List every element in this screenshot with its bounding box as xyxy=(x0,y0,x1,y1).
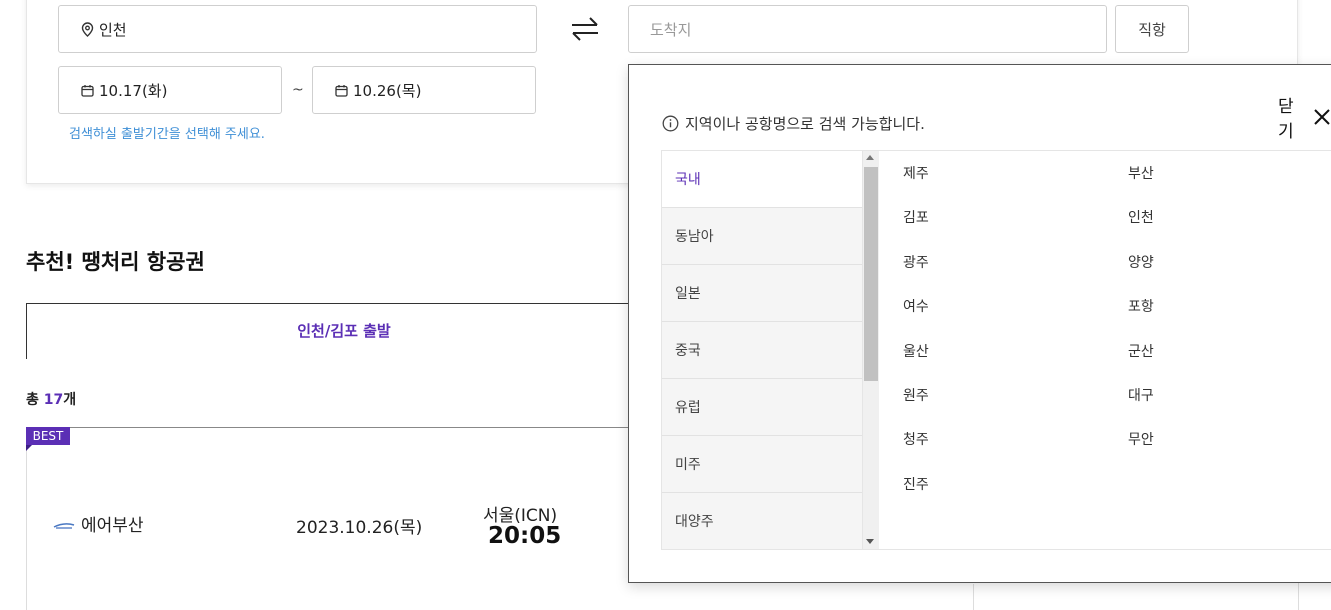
origin-field[interactable]: 인천 xyxy=(58,5,537,53)
region-item-japan[interactable]: 일본 xyxy=(662,265,862,322)
region-item-southeast-asia[interactable]: 동남아 xyxy=(662,208,862,265)
calendar-icon xyxy=(335,84,348,97)
scroll-down-arrow-icon[interactable] xyxy=(866,539,874,544)
city-item[interactable]: 청주 xyxy=(903,429,929,449)
best-badge-tail xyxy=(26,445,32,451)
date-to-field[interactable]: 10.26(목) xyxy=(312,66,536,114)
date-from-value: 10.17(화) xyxy=(99,81,168,100)
scroll-up-arrow-icon[interactable] xyxy=(866,155,874,160)
date-hint: 검색하실 출발기간을 선택해 주세요. xyxy=(69,127,265,142)
city-item[interactable]: 울산 xyxy=(903,341,929,361)
count-number: 17 xyxy=(43,392,64,408)
date-from-field[interactable]: 10.17(화) xyxy=(58,66,282,114)
city-item[interactable]: 부산 xyxy=(1128,163,1154,183)
region-item-label: 유럽 xyxy=(675,400,701,416)
direct-flight-button[interactable]: 직항 xyxy=(1115,5,1189,53)
city-item[interactable]: 포항 xyxy=(1128,296,1154,316)
region-item-china[interactable]: 중국 xyxy=(662,322,862,379)
count-prefix: 총 xyxy=(26,392,44,408)
region-item-domestic[interactable]: 국내 xyxy=(662,151,862,208)
close-icon[interactable] xyxy=(1313,108,1331,126)
city-item[interactable]: 군산 xyxy=(1128,341,1154,361)
swap-arrows-icon[interactable] xyxy=(569,15,601,43)
airline-name: 에어부산 xyxy=(81,516,144,536)
calendar-icon xyxy=(81,84,94,97)
divider xyxy=(973,584,974,610)
region-item-label: 동남아 xyxy=(675,229,714,245)
popup-info: 지역이나 공항명으로 검색 가능합니다. xyxy=(662,113,925,134)
region-item-label: 미주 xyxy=(675,457,701,473)
region-item-label: 일본 xyxy=(675,286,701,302)
destination-placeholder: 도착지 xyxy=(650,20,692,39)
region-item-americas[interactable]: 미주 xyxy=(662,436,862,493)
result-count: 총 17개 xyxy=(26,389,76,409)
date-separator: ~ xyxy=(292,82,304,98)
date-to-value: 10.26(목) xyxy=(353,81,422,100)
origin-value: 인천 xyxy=(99,20,127,39)
city-item[interactable]: 여수 xyxy=(903,296,929,316)
city-item[interactable]: 인천 xyxy=(1128,207,1154,227)
city-item[interactable]: 양양 xyxy=(1128,252,1154,272)
city-item[interactable]: 김포 xyxy=(903,207,929,227)
tab-incheon-gimpo[interactable]: 인천/김포 출발 xyxy=(26,320,662,341)
city-item[interactable]: 무안 xyxy=(1128,429,1154,449)
close-button[interactable]: 닫기 xyxy=(1278,92,1331,142)
city-item[interactable]: 광주 xyxy=(903,252,929,272)
direct-flight-label: 직항 xyxy=(1138,20,1166,39)
city-item[interactable]: 진주 xyxy=(903,474,929,494)
scroll-thumb[interactable] xyxy=(864,167,878,381)
count-suffix: 개 xyxy=(63,392,77,408)
departure-time: 20:05 xyxy=(488,523,562,549)
location-pin-icon xyxy=(81,21,94,37)
info-circle-icon xyxy=(662,115,679,132)
popup-info-text: 지역이나 공항명으로 검색 가능합니다. xyxy=(685,115,925,133)
region-item-oceania[interactable]: 대양주 xyxy=(662,493,862,549)
best-badge: BEST xyxy=(26,427,70,445)
airline-logo-icon xyxy=(53,516,75,529)
city-item[interactable]: 원주 xyxy=(903,385,929,405)
region-item-label: 중국 xyxy=(675,343,701,359)
section-title: 추천! 땡처리 항공권 xyxy=(26,250,205,274)
flight-date: 2023.10.26(목) xyxy=(296,518,423,538)
city-panel xyxy=(879,150,1331,550)
close-label: 닫기 xyxy=(1278,97,1294,142)
city-item[interactable]: 제주 xyxy=(903,163,929,183)
destination-field[interactable]: 도착지 xyxy=(628,5,1107,53)
region-list: 국내 동남아 일본 중국 유럽 미주 대양주 xyxy=(661,150,863,550)
city-item[interactable]: 대구 xyxy=(1128,385,1154,405)
region-item-label: 국내 xyxy=(675,172,701,188)
region-item-label: 대양주 xyxy=(675,514,714,530)
region-item-europe[interactable]: 유럽 xyxy=(662,379,862,436)
